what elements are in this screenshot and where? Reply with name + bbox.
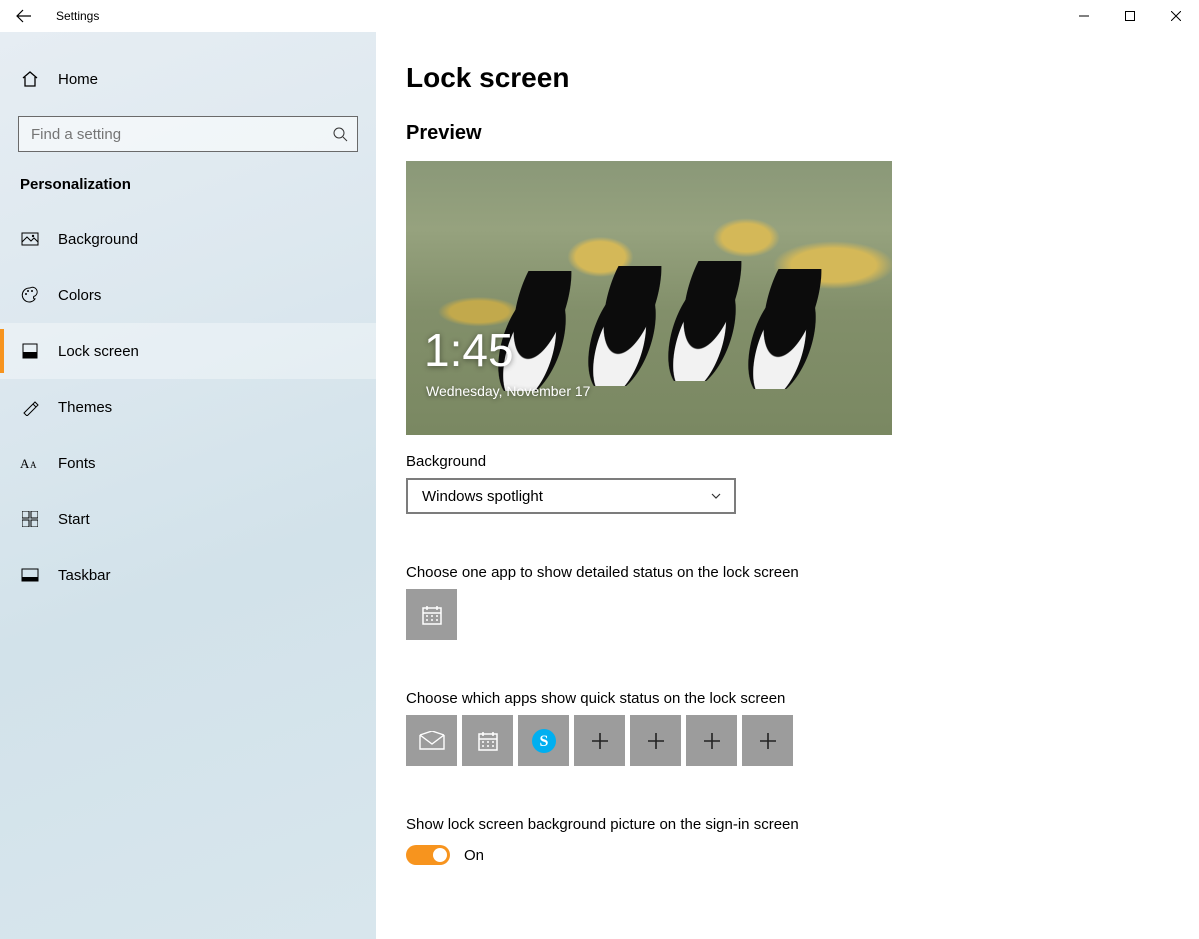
titlebar: Settings [0, 0, 1199, 32]
quick-app-add-tile[interactable] [742, 715, 793, 766]
chevron-down-icon [710, 490, 722, 502]
nav-label: Start [58, 511, 90, 528]
plus-icon [702, 731, 722, 751]
background-select-value: Windows spotlight [422, 488, 543, 505]
detailed-status-label: Choose one app to show detailed status o… [406, 564, 1169, 581]
signin-bg-toggle-label: On [464, 847, 484, 864]
sidebar-item-fonts[interactable]: AA Fonts [0, 435, 376, 491]
home-icon [20, 70, 40, 88]
calendar-icon [420, 603, 444, 627]
quick-app-add-tile[interactable] [630, 715, 681, 766]
search-icon [332, 126, 348, 142]
sidebar-group-heading: Personalization [0, 152, 376, 211]
quick-app-add-tile[interactable] [686, 715, 737, 766]
palette-icon [20, 286, 40, 304]
nav-label: Themes [58, 399, 112, 416]
skype-icon: S [530, 727, 558, 755]
page-title: Lock screen [406, 62, 1169, 94]
lockscreen-icon [20, 342, 40, 360]
signin-bg-toggle[interactable] [406, 845, 450, 865]
sidebar: Home Personalization Background Colors [0, 32, 376, 939]
close-button[interactable] [1153, 0, 1199, 32]
plus-icon [590, 731, 610, 751]
picture-icon [20, 230, 40, 248]
preview-date: Wednesday, November 17 [426, 383, 590, 399]
sidebar-home-label: Home [58, 71, 98, 88]
lockscreen-preview[interactable]: 1:45 Wednesday, November 17 [406, 161, 892, 435]
sidebar-item-taskbar[interactable]: Taskbar [0, 547, 376, 603]
search-input[interactable] [18, 116, 358, 152]
quick-status-label: Choose which apps show quick status on t… [406, 690, 1169, 707]
sidebar-item-lockscreen[interactable]: Lock screen [0, 323, 376, 379]
svg-text:A: A [30, 460, 37, 470]
signin-bg-toggle-row: On [406, 845, 1169, 865]
plus-icon [646, 731, 666, 751]
preview-heading: Preview [406, 122, 1169, 145]
nav-label: Colors [58, 287, 101, 304]
svg-text:A: A [20, 456, 30, 471]
nav-label: Lock screen [58, 343, 139, 360]
background-select[interactable]: Windows spotlight [406, 478, 736, 514]
preview-time: 1:45 [424, 323, 514, 377]
back-button[interactable] [0, 0, 48, 32]
sidebar-search [18, 116, 358, 152]
sidebar-home[interactable]: Home [0, 60, 376, 98]
fonts-icon: AA [20, 455, 40, 471]
content-pane: Lock screen Preview 1:45 Wednesday, Nove… [376, 32, 1199, 939]
quick-app-add-tile[interactable] [574, 715, 625, 766]
mail-icon [419, 731, 445, 751]
arrow-left-icon [16, 8, 32, 24]
svg-text:S: S [539, 733, 548, 750]
window-title: Settings [48, 9, 99, 23]
sidebar-item-background[interactable]: Background [0, 211, 376, 267]
quick-app-mail-tile[interactable] [406, 715, 457, 766]
sidebar-item-colors[interactable]: Colors [0, 267, 376, 323]
close-icon [1171, 11, 1181, 21]
detailed-status-apps [406, 589, 1169, 640]
taskbar-icon [20, 568, 40, 582]
maximize-icon [1125, 11, 1135, 21]
maximize-button[interactable] [1107, 0, 1153, 32]
nav-label: Fonts [58, 455, 96, 472]
quick-app-calendar-tile[interactable] [462, 715, 513, 766]
quick-status-apps: S [406, 715, 1169, 766]
nav-label: Taskbar [58, 567, 111, 584]
minimize-button[interactable] [1061, 0, 1107, 32]
background-label: Background [406, 453, 1169, 470]
sidebar-item-themes[interactable]: Themes [0, 379, 376, 435]
start-icon [20, 511, 40, 527]
sidebar-item-start[interactable]: Start [0, 491, 376, 547]
toggle-knob [433, 848, 447, 862]
themes-icon [20, 398, 40, 416]
window-controls [1061, 0, 1199, 32]
plus-icon [758, 731, 778, 751]
nav-label: Background [58, 231, 138, 248]
detailed-app-calendar-tile[interactable] [406, 589, 457, 640]
signin-bg-label: Show lock screen background picture on t… [406, 816, 1169, 833]
calendar-icon [476, 729, 500, 753]
quick-app-skype-tile[interactable]: S [518, 715, 569, 766]
minimize-icon [1079, 11, 1089, 21]
